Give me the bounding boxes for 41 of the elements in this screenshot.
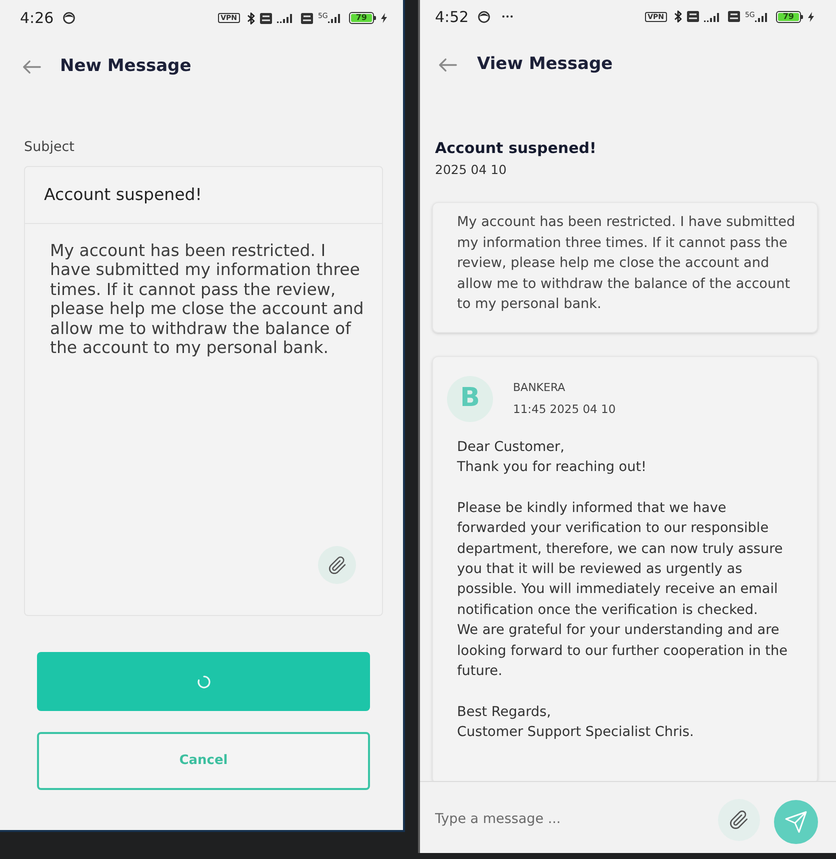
paperclip-icon [328,556,346,574]
face-icon [62,12,75,24]
sender-name: BANKERA [513,381,566,395]
signal-icon [754,12,768,22]
field-label: Subject [24,139,74,155]
battery-indicator: 79 [348,12,376,24]
message-input[interactable]: My account has been restricted. I have submitted my information three times. If it cannot pass the review, please help me close the account and allow me to withdraw the balance of the account to my personal bank. [25,224,382,615]
signal-icon [328,13,341,23]
back-icon[interactable] [22,60,41,74]
battery-indicator: 79 [776,10,803,22]
network-badge-icon [300,12,313,24]
message-text: Please be kindly informed that we have forwarded your verification to our responsible department, therefore, we can now truly assure you that it will be reviewed as urgently as possible. You will immediately receive an email notification once the verification is checked. We are grateful for your understanding and are looking forward to our further cooperation in the future. [457,498,788,681]
page-title: View Message [477,53,613,76]
network-badge-icon [686,11,699,22]
status-time: 4:26 [20,9,54,27]
signal-icon [276,13,294,23]
signal-icon [704,12,721,22]
attach-button[interactable] [318,546,356,584]
message-subject: Account suspened! [435,138,596,158]
face-icon [478,10,490,22]
paperclip-icon [729,810,749,830]
attach-button[interactable] [718,798,760,840]
message-date: 2025 04 10 [435,162,507,178]
network-badge-icon [728,11,740,22]
bluetooth-icon [674,10,682,23]
subject-input[interactable]: Account suspened! [24,166,383,224]
send-button[interactable] [774,800,818,844]
message-text: Dear Customer, Thank you for reaching out! [457,438,648,477]
charging-icon [381,13,387,23]
back-icon[interactable] [438,58,457,72]
avatar: B [447,376,493,422]
message-text: My account has been restricted. I have submitted my information three times. If it cannot pass the review, please help me close the account and allow me to withdraw the balance of the account to my personal bank. [457,213,796,314]
bluetooth-icon [246,12,255,24]
message-time: 11:45 2025 04 10 [513,402,616,416]
message-input[interactable]: Type a message ... [435,799,718,839]
page-title: New Message [60,55,192,78]
charging-icon [808,12,814,22]
message-text: Best Regards, Customer Support Specialist Chris. [457,702,695,742]
network-badge-icon [260,12,272,24]
status-time: 4:52 [435,8,469,26]
send-icon [784,810,808,834]
